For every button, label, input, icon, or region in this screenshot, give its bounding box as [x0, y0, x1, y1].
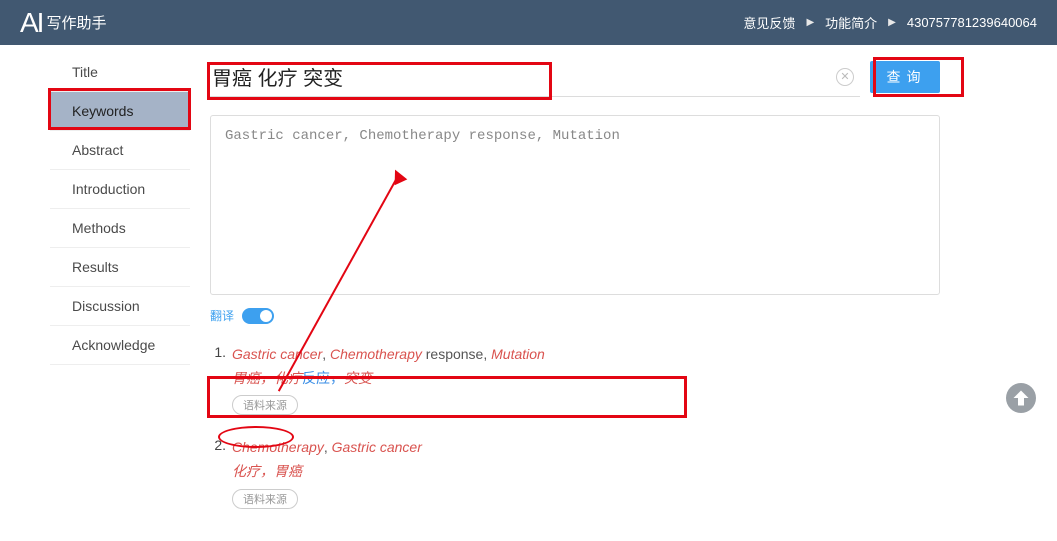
chevron-right-icon: ▶ — [888, 17, 896, 28]
sidebar-item-acknowledge[interactable]: Acknowledge — [50, 326, 190, 365]
list-item: 2.Chemotherapy, Gastric cancer化疗，胃癌语料来源 — [210, 437, 940, 508]
chevron-right-icon: ▶ — [806, 17, 814, 28]
sidebar-item-introduction[interactable]: Introduction — [50, 170, 190, 209]
results-list: 1.Gastric cancer, Chemotherapy response,… — [210, 344, 940, 509]
main-panel: ✕ 查询 Gastric cancer, Chemotherapy respon… — [190, 45, 970, 541]
nav-features[interactable]: 功能简介 — [825, 13, 877, 32]
sidebar-item-methods[interactable]: Methods — [50, 209, 190, 248]
query-button[interactable]: 查询 — [870, 61, 940, 93]
query-input[interactable] — [210, 61, 836, 92]
translate-toggle[interactable] — [242, 308, 274, 324]
logo-mark: AI — [20, 9, 42, 37]
result-line-en: Chemotherapy, Gastric cancer — [232, 437, 940, 458]
sidebar-item-keywords[interactable]: Keywords — [50, 92, 190, 131]
translate-label: 翻译 — [210, 307, 234, 324]
query-row: ✕ 查询 — [210, 57, 940, 97]
nav-userid: 430757781239640064 — [907, 15, 1037, 30]
nav-feedback[interactable]: 意见反馈 — [743, 13, 795, 32]
sidebar-item-title[interactable]: Title — [50, 53, 190, 92]
source-button[interactable]: 语料来源 — [232, 395, 298, 415]
app-header: AI 写作助手 意见反馈 ▶ 功能简介 ▶ 430757781239640064 — [0, 0, 1057, 45]
sidebar: TitleKeywordsAbstractIntroductionMethods… — [0, 45, 190, 541]
list-number: 2. — [210, 437, 232, 508]
sidebar-item-abstract[interactable]: Abstract — [50, 131, 190, 170]
sidebar-item-results[interactable]: Results — [50, 248, 190, 287]
result-line-en: Gastric cancer, Chemotherapy response, M… — [232, 344, 940, 365]
list-body: Gastric cancer, Chemotherapy response, M… — [232, 344, 940, 415]
sidebar-item-discussion[interactable]: Discussion — [50, 287, 190, 326]
source-button[interactable]: 语料来源 — [232, 489, 298, 509]
result-textarea[interactable]: Gastric cancer, Chemotherapy response, M… — [210, 115, 940, 295]
header-nav: 意见反馈 ▶ 功能简介 ▶ 430757781239640064 — [743, 13, 1037, 32]
list-number: 1. — [210, 344, 232, 415]
result-line-zh: 化疗，胃癌 — [232, 460, 940, 482]
result-line-zh: 胃癌，化疗反应，突变 — [232, 367, 940, 389]
list-body: Chemotherapy, Gastric cancer化疗，胃癌语料来源 — [232, 437, 940, 508]
logo: AI 写作助手 — [20, 9, 106, 37]
scroll-top-button[interactable] — [1003, 380, 1039, 416]
translate-row: 翻译 — [210, 307, 940, 324]
clear-icon[interactable]: ✕ — [836, 68, 854, 86]
list-item: 1.Gastric cancer, Chemotherapy response,… — [210, 344, 940, 415]
logo-text: 写作助手 — [46, 12, 106, 33]
query-input-wrap: ✕ — [210, 57, 860, 97]
